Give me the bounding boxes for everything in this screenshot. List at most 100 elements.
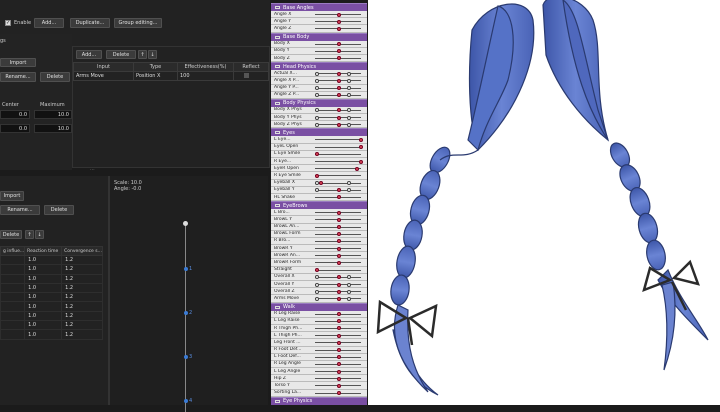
param-row[interactable]: EyeL Open xyxy=(271,143,367,151)
param-slider-track[interactable] xyxy=(315,175,361,177)
param-row[interactable]: L Foot Def... xyxy=(271,353,367,361)
convergence-cell[interactable]: 1.2 xyxy=(61,254,103,266)
param-row[interactable]: L Thigh Ph... xyxy=(271,332,367,340)
param-slider-knob[interactable] xyxy=(337,86,341,90)
param-row[interactable]: L Bro... xyxy=(271,209,367,217)
param-slider-knob[interactable] xyxy=(337,391,341,396)
param-row[interactable]: Overall Y xyxy=(271,281,367,289)
param-group-header[interactable]: Eyes xyxy=(271,128,367,137)
param-group-header[interactable]: EyeBrows xyxy=(271,201,367,210)
reaction-cell[interactable]: 1.0 xyxy=(24,292,63,303)
keyform-dot[interactable] xyxy=(346,115,351,120)
param-row[interactable]: Overall Z xyxy=(271,288,367,296)
add-button[interactable]: Add... xyxy=(34,18,64,28)
vertex-delete-button[interactable]: Delete xyxy=(0,230,22,239)
maximum-field-1[interactable]: 10.0 xyxy=(34,110,72,119)
param-row[interactable]: Angle X xyxy=(271,11,367,19)
param-row[interactable]: Body X Phys xyxy=(271,106,367,115)
table-row[interactable]: 1.0 1.2 xyxy=(0,282,103,294)
import-button[interactable]: Import xyxy=(0,58,36,67)
param-slider-knob[interactable] xyxy=(337,108,341,113)
param-slider-track[interactable] xyxy=(315,146,361,148)
keyform-dot[interactable] xyxy=(346,289,351,294)
keyform-dot[interactable] xyxy=(346,275,351,280)
param-slider-knob[interactable] xyxy=(337,71,341,76)
keyform-dot[interactable] xyxy=(315,181,319,186)
param-row[interactable]: Body X xyxy=(271,40,367,48)
center-field-2[interactable]: 0.0 xyxy=(0,124,30,133)
keyform-dot[interactable] xyxy=(346,122,351,127)
param-slider-knob[interactable] xyxy=(337,232,341,237)
param-slider-knob[interactable] xyxy=(337,369,341,374)
param-slider-knob[interactable] xyxy=(337,225,341,229)
keyform-dot[interactable] xyxy=(346,188,351,193)
keyform-dot[interactable] xyxy=(315,108,319,113)
param-row[interactable]: Hip Z xyxy=(271,375,367,383)
table-row[interactable]: 1.0 1.2 xyxy=(0,329,103,340)
reflect-cell[interactable] xyxy=(233,71,269,81)
param-row[interactable]: Body Y xyxy=(271,47,367,55)
keyform-dot[interactable] xyxy=(346,71,351,76)
param-row[interactable]: L Leg Angle xyxy=(271,368,367,376)
convergence-cell[interactable]: 1.2 xyxy=(61,301,103,312)
param-slider-knob[interactable] xyxy=(337,289,341,294)
convergence-cell[interactable]: 1.2 xyxy=(61,320,103,331)
keyform-dot[interactable] xyxy=(346,93,351,98)
param-row[interactable]: Angle Y P... xyxy=(271,84,367,92)
pendulum-preview[interactable]: Scale: 10.0 Angle: -0.0 1 2 3 4 xyxy=(110,176,268,412)
param-slider-knob[interactable] xyxy=(337,312,341,317)
param-slider-knob[interactable] xyxy=(315,268,319,273)
param-slider-knob[interactable] xyxy=(337,362,341,367)
param-row[interactable]: BrowR Y xyxy=(271,245,367,253)
param-row[interactable]: Body Z xyxy=(271,54,367,63)
param-row[interactable]: Body Z Phys xyxy=(271,121,367,129)
param-group-header[interactable]: Eye Physics xyxy=(271,396,367,405)
table-row[interactable]: 1.0 1.2 xyxy=(0,320,103,331)
convergence-cell[interactable]: 1.2 xyxy=(61,310,103,322)
param-slider-knob[interactable] xyxy=(337,275,341,280)
pendulum-node-2[interactable] xyxy=(183,311,188,315)
input-delete-button[interactable]: Delete xyxy=(106,50,136,59)
param-row[interactable]: Eyeball Y xyxy=(271,186,367,194)
reaction-cell[interactable]: 1.0 xyxy=(24,329,63,340)
param-slider-knob[interactable] xyxy=(337,217,341,222)
param-row[interactable]: Angle Z P... xyxy=(271,91,367,99)
keyform-dot[interactable] xyxy=(315,188,319,193)
param-slider-knob[interactable] xyxy=(359,137,363,142)
param-row[interactable]: HL Shake xyxy=(271,193,367,202)
param-row[interactable]: Body Y Phys xyxy=(271,114,367,122)
keyform-dot[interactable] xyxy=(315,93,319,98)
param-row[interactable]: Sorting La... xyxy=(271,389,367,397)
param-row[interactable]: BrowR An... xyxy=(271,252,367,260)
param-slider-knob[interactable] xyxy=(337,188,341,193)
keyform-dot[interactable] xyxy=(315,71,319,76)
param-row[interactable]: Angle Y xyxy=(271,18,367,26)
param-row[interactable]: Torso Y xyxy=(271,382,367,390)
pendulum-node-1[interactable] xyxy=(183,267,188,271)
param-slider-knob[interactable] xyxy=(337,115,341,120)
param-slider-knob[interactable] xyxy=(337,376,341,381)
param-row[interactable]: R Bro... xyxy=(271,237,367,246)
param-slider-track[interactable] xyxy=(315,269,361,271)
param-slider-knob[interactable] xyxy=(337,42,341,47)
reaction-cell[interactable]: 1.0 xyxy=(24,301,63,312)
vertex-up-button[interactable]: ↑ xyxy=(25,230,34,239)
input-up-button[interactable]: ↑ xyxy=(138,50,147,59)
param-slider-knob[interactable] xyxy=(337,19,341,24)
param-row[interactable]: L Eye... xyxy=(271,136,367,144)
table-row[interactable]: 1.0 1.2 xyxy=(0,292,103,303)
param-slider-knob[interactable] xyxy=(315,173,319,178)
param-row[interactable]: BrowL Y xyxy=(271,216,367,224)
param-row[interactable]: Angle Z xyxy=(271,25,367,33)
param-slider-knob[interactable] xyxy=(337,246,341,251)
param-slider-knob[interactable] xyxy=(337,333,341,338)
param-row[interactable]: Arms Move xyxy=(271,295,367,303)
reaction-cell[interactable]: 1.0 xyxy=(24,320,63,331)
input-add-button[interactable]: Add... xyxy=(76,50,102,59)
reaction-cell[interactable]: 1.0 xyxy=(24,282,63,294)
reaction-cell[interactable]: 1.0 xyxy=(24,254,63,266)
vertex-down-button[interactable]: ↓ xyxy=(35,230,44,239)
param-slider-knob[interactable] xyxy=(337,78,341,83)
param-slider-knob[interactable] xyxy=(354,166,359,171)
table-row[interactable]: Arms Move Position X 100 xyxy=(73,71,269,81)
